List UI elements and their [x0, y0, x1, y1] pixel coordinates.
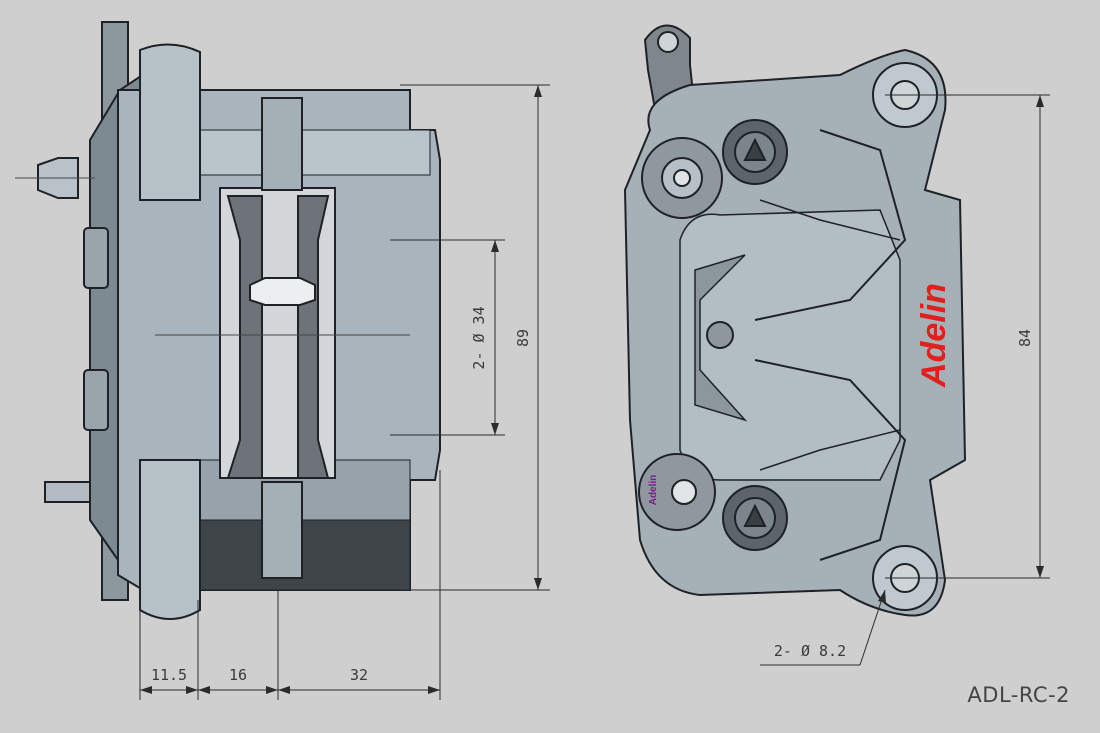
dim-mount-spacing-84: 84 [1016, 329, 1034, 347]
bottom-pin [44, 481, 91, 503]
bridge-bolt-top [261, 97, 303, 191]
dim-width-16: 16 [229, 666, 247, 684]
bridge-bolt-bottom [261, 481, 303, 579]
model-code-label: ADL-RC-2 [967, 683, 1070, 707]
technical-drawing: 89 2- Ø 34 11.5 16 32 Adelin Adelin 84 2… [0, 0, 1100, 733]
center-pin [706, 321, 734, 349]
dim-piston-diameter: 2- Ø 34 [470, 306, 488, 369]
dim-hole-diameter: 2- Ø 8.2 [774, 642, 846, 660]
dim-height-89: 89 [514, 329, 532, 347]
small-logo: Adelin [648, 475, 659, 506]
top-mount-ear [139, 43, 201, 201]
brand-logo: Adelin [915, 283, 953, 388]
pad-clip [249, 277, 316, 306]
bottom-mount-ear [139, 459, 201, 620]
dim-width-11-5: 11.5 [151, 666, 187, 684]
dim-width-32: 32 [350, 666, 368, 684]
caliper-front-view [623, 24, 967, 617]
